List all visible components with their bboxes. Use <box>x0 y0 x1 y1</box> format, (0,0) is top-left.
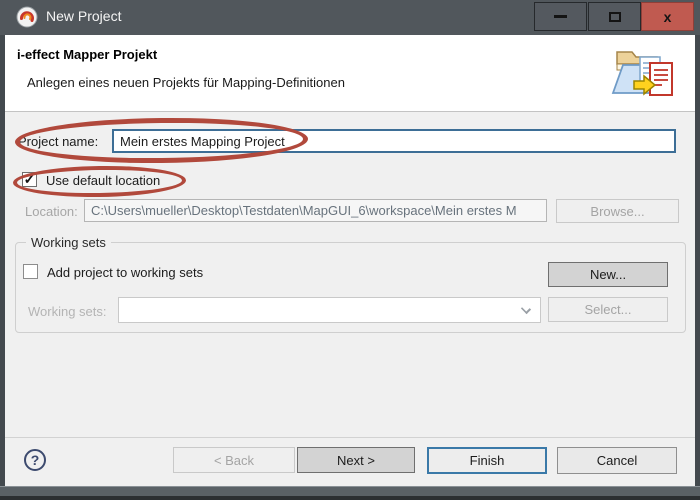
project-name-input[interactable] <box>112 129 676 153</box>
help-icon: ? <box>31 452 40 468</box>
location-label: Location: <box>25 204 78 219</box>
browse-button-label: Browse... <box>590 204 644 219</box>
new-working-set-button[interactable]: New... <box>548 262 668 287</box>
minimize-icon <box>554 15 567 18</box>
working-sets-combobox[interactable] <box>118 297 541 323</box>
new-project-dialog: New Project x i-effect Mapper Projekt An… <box>0 0 700 500</box>
finish-button-label: Finish <box>470 453 505 468</box>
new-button-label: New... <box>590 267 626 282</box>
chevron-down-icon <box>521 304 531 314</box>
browse-button[interactable]: Browse... <box>556 199 679 223</box>
back-button-label: < Back <box>214 453 254 468</box>
cancel-button-label: Cancel <box>597 453 637 468</box>
location-input <box>84 199 547 222</box>
window-border-bottom <box>0 486 700 496</box>
help-button[interactable]: ? <box>24 449 46 471</box>
cancel-button[interactable]: Cancel <box>557 447 677 474</box>
window-border-right <box>695 35 700 486</box>
checkmark-icon: ✓ <box>24 172 36 186</box>
wizard-header: i-effect Mapper Projekt Anlegen eines ne… <box>5 35 695 112</box>
add-to-working-sets-label: Add project to working sets <box>47 265 203 280</box>
window-title: New Project <box>46 8 121 24</box>
page-subtitle: Anlegen eines neuen Projekts für Mapping… <box>27 75 345 90</box>
minimize-button[interactable] <box>534 2 587 31</box>
working-sets-label: Working sets: <box>28 304 107 319</box>
back-button[interactable]: < Back <box>173 447 295 473</box>
next-button[interactable]: Next > <box>297 447 415 473</box>
working-sets-group-label: Working sets <box>26 235 111 250</box>
finish-button[interactable]: Finish <box>427 447 547 474</box>
close-button[interactable]: x <box>641 2 694 31</box>
page-title: i-effect Mapper Projekt <box>17 47 157 62</box>
maximize-icon <box>609 12 621 22</box>
project-name-label: Project name: <box>18 134 98 149</box>
new-mapper-project-icon <box>610 43 676 103</box>
maximize-button[interactable] <box>588 2 641 31</box>
use-default-location-checkbox[interactable]: ✓ <box>22 172 37 187</box>
add-to-working-sets-checkbox[interactable] <box>23 264 38 279</box>
select-button-label: Select... <box>585 302 632 317</box>
close-icon: x <box>664 9 672 25</box>
document-front <box>650 63 672 95</box>
window-border-bottom-edge <box>0 496 700 500</box>
footer-separator <box>5 437 695 438</box>
next-button-label: Next > <box>337 453 375 468</box>
select-working-sets-button[interactable]: Select... <box>548 297 668 322</box>
app-logo-icon <box>16 6 38 28</box>
use-default-location-label: Use default location <box>46 173 160 188</box>
